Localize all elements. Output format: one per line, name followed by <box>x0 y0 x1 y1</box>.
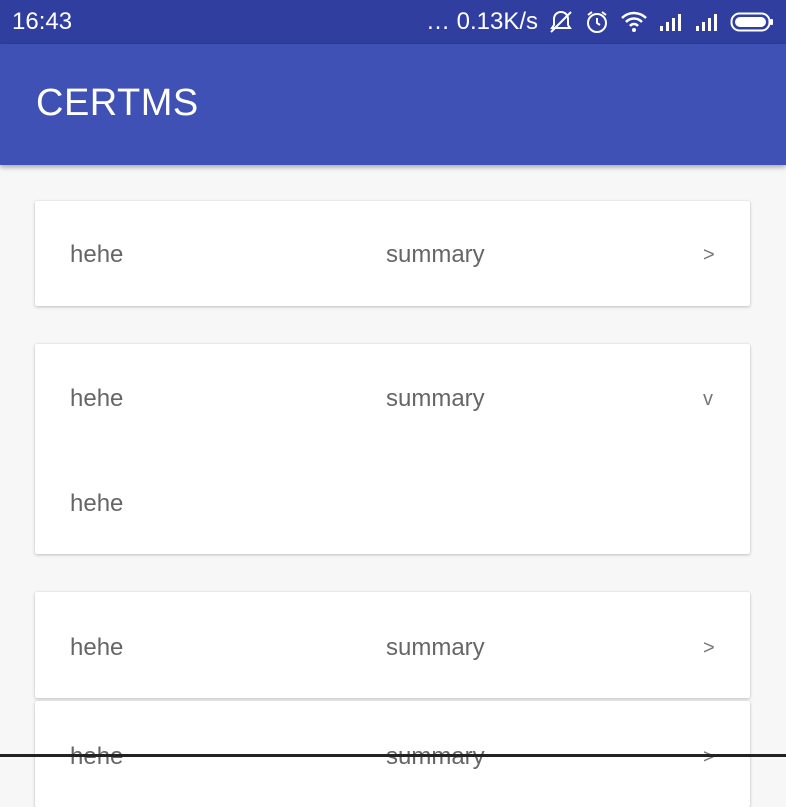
status-icons: … 0.13K/s <box>426 8 774 36</box>
item-summary: summary <box>386 737 485 777</box>
list-item[interactable]: hehe summary v hehe <box>35 344 750 554</box>
item-title: hehe <box>70 385 124 412</box>
expand-indicator-icon[interactable]: > <box>703 628 715 668</box>
item-summary: summary <box>386 634 485 661</box>
list-item-header[interactable]: hehe summary v <box>35 379 750 419</box>
collapse-indicator-icon[interactable]: v <box>703 379 713 419</box>
item-detail: hehe <box>70 490 124 517</box>
wifi-icon <box>620 10 648 34</box>
battery-icon <box>730 11 774 33</box>
item-title: hehe <box>70 737 123 777</box>
expand-indicator-icon[interactable]: > <box>703 737 715 777</box>
signal-icon <box>694 11 720 33</box>
list-item-header[interactable]: hehe summary > <box>35 235 750 275</box>
status-time: 16:43 <box>12 8 73 35</box>
notification-mute-icon <box>548 9 574 35</box>
list-item[interactable]: hehe summary > <box>35 592 750 698</box>
list-item-header[interactable]: hehe summary > <box>35 737 750 777</box>
expand-indicator-icon[interactable]: > <box>703 235 715 275</box>
app-bar: CERTMS <box>0 44 786 165</box>
list-item-header[interactable]: hehe summary > <box>35 628 750 668</box>
status-bar: 16:43 … 0.13K/s <box>0 0 786 44</box>
app-title: CERTMS <box>36 82 199 124</box>
item-title: hehe <box>70 241 124 268</box>
item-summary: summary <box>386 241 485 268</box>
item-summary: summary <box>386 385 485 412</box>
list-item[interactable]: hehe summary > <box>35 201 750 306</box>
item-title: hehe <box>70 634 124 661</box>
network-speed: … 0.13K/s <box>425 8 538 35</box>
alarm-icon <box>584 9 610 35</box>
signal-icon <box>658 11 684 33</box>
